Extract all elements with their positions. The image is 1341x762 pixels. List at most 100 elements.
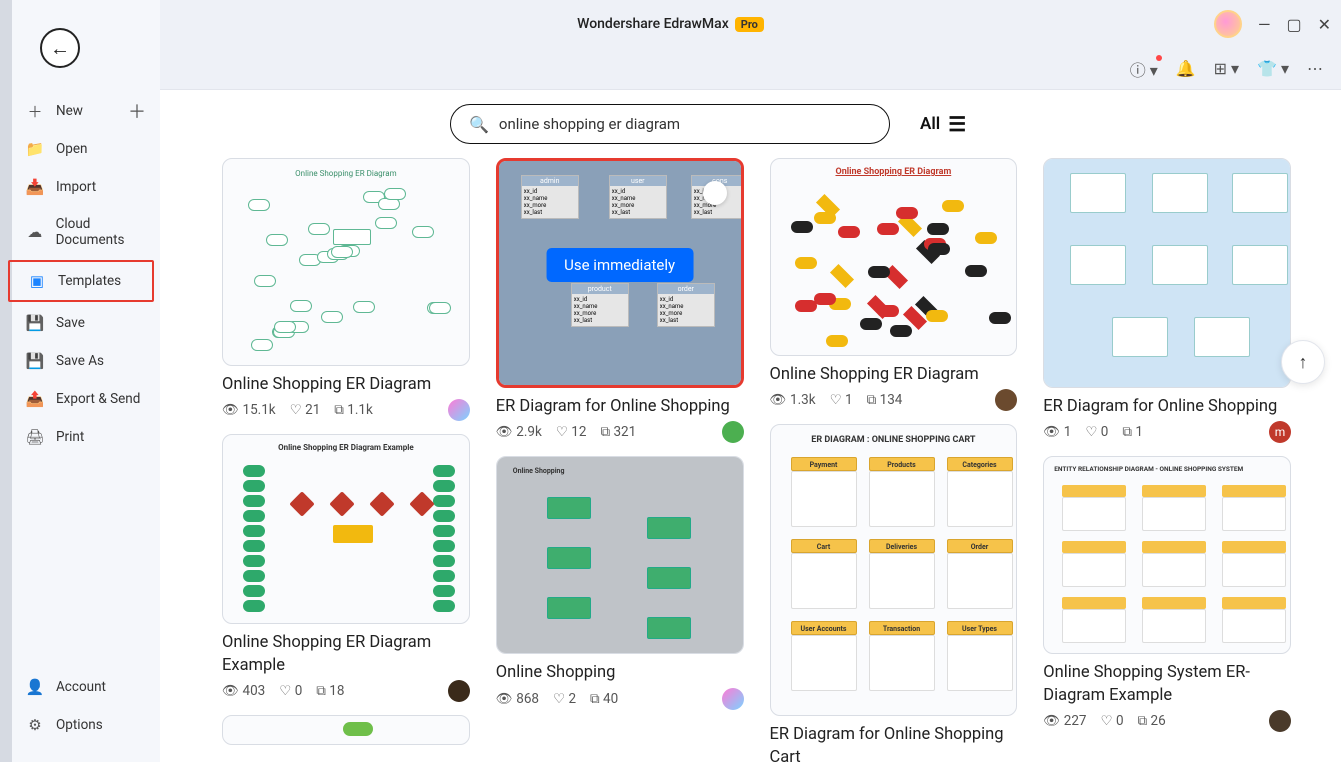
nav-label: Export & Send [56, 391, 140, 407]
views-count: 👁 403 [222, 683, 265, 699]
sidebar: ← ＋New＋ 📁 Open 📥Import☁Cloud Documents ▣ Temp… [0, 0, 160, 762]
scroll-top-button[interactable]: ↑ [1281, 340, 1325, 384]
search-icon: 🔍 [469, 115, 489, 134]
help-icon[interactable]: ⓘ ▾ [1130, 57, 1158, 81]
author-avatar-icon[interactable] [722, 421, 744, 443]
favorite-icon[interactable] [703, 181, 727, 205]
template-card[interactable]: Online ShoppingOnline Shopping👁 868♡ 2⧉ … [496, 456, 744, 706]
options-icon: ⚙ [26, 716, 44, 734]
toolbar-icons: ⓘ ▾ 🔔 ⊞ ▾ 👕 ▾ ⋯ [0, 48, 1341, 90]
template-stats: 👁 403♡ 0⧉ 18 [222, 683, 470, 699]
open-icon: 📁 [26, 140, 44, 158]
template-card[interactable]: ENTITY RELATIONSHIP DIAGRAM - ONLINE SHO… [1043, 456, 1291, 729]
content-area: 🔍 All ☰ Online Shopping ER DiagramOnline… [160, 90, 1341, 762]
views-count: 👁 2.9k [496, 424, 542, 440]
nav-templates[interactable]: ▣ Templates [8, 260, 154, 302]
copies-count: ⧉ 26 [1138, 713, 1166, 729]
likes-count: ♡ 0 [279, 683, 302, 699]
template-card[interactable]: Online Shopping ER DiagramOnline Shoppin… [770, 158, 1018, 408]
search-box[interactable]: 🔍 [450, 104, 890, 144]
template-card[interactable]: Online Shopping ER Diagram ExampleOnline… [222, 434, 470, 699]
nav-new[interactable]: ＋New＋ [0, 92, 160, 130]
template-thumbnail[interactable] [222, 715, 470, 745]
search-row: 🔍 All ☰ [160, 90, 1341, 158]
copies-count: ⧉ 1 [1122, 424, 1143, 440]
nav-save-as[interactable]: 💾Save As [0, 342, 160, 380]
views-count: 👁 1 [1043, 424, 1071, 440]
filter-all[interactable]: All ☰ [920, 112, 966, 136]
use-immediately-button[interactable]: Use immediately [546, 248, 693, 282]
template-stats: 👁 2.9k ♡ 12 ⧉ 321 [496, 424, 744, 440]
apps-icon[interactable]: ⊞ ▾ [1214, 59, 1239, 78]
pro-badge: Pro [735, 17, 764, 32]
copies-count: ⧉ 1.1k [334, 402, 373, 418]
likes-count: ♡ 12 [556, 424, 587, 440]
nav-label: Print [56, 429, 84, 445]
save-icon: 💾 [26, 314, 44, 332]
shirt-icon[interactable]: 👕 ▾ [1257, 59, 1289, 78]
menu-icon: ☰ [948, 112, 966, 136]
template-title: ER Diagram for Online Shopping Cart [770, 724, 1018, 762]
more-icon[interactable]: ⋯ [1307, 59, 1323, 78]
title-bar: Wondershare EdrawMax Pro — ▢ ✕ [0, 0, 1341, 48]
template-title: ER Diagram for Online Shopping [496, 396, 744, 418]
nav-account[interactable]: 👤Account [0, 668, 160, 706]
template-stats: 👁 1 ♡ 0 ⧉ 1 m [1043, 424, 1291, 440]
template-thumbnail[interactable]: Online Shopping [496, 456, 744, 654]
maximize-icon[interactable]: ▢ [1286, 15, 1301, 34]
views-count: 👁 868 [496, 691, 539, 707]
back-button[interactable]: ← [40, 28, 80, 68]
template-thumbnail[interactable]: ENTITY RELATIONSHIP DIAGRAM - ONLINE SHO… [1043, 456, 1291, 654]
account-icon: 👤 [26, 678, 44, 696]
template-thumbnail[interactable] [1043, 158, 1291, 388]
template-thumbnail[interactable]: ER DIAGRAM : ONLINE SHOPPING CARTPayment… [770, 424, 1018, 716]
nav-cloud-documents[interactable]: ☁Cloud Documents [0, 206, 160, 258]
nav-options[interactable]: ⚙ Options [0, 706, 160, 744]
nav-open[interactable]: 📁 Open [0, 130, 160, 168]
author-avatar-icon[interactable] [722, 688, 744, 710]
copies-count: ⧉ 134 [867, 392, 903, 408]
template-thumbnail[interactable]: Online Shopping ER Diagram Example [222, 434, 470, 624]
app-title: Wondershare EdrawMax [577, 16, 729, 32]
close-icon[interactable]: ✕ [1318, 15, 1331, 34]
save as-icon: 💾 [26, 352, 44, 370]
filter-label: All [920, 114, 940, 134]
bell-icon[interactable]: 🔔 [1176, 59, 1196, 78]
template-thumbnail[interactable]: Online Shopping ER Diagram [222, 158, 470, 366]
likes-count: ♡ 0 [1101, 713, 1124, 729]
nav-save[interactable]: 💾Save [0, 304, 160, 342]
template-card[interactable]: adminxx_idxx_namexx_morexx_lastuserxx_id… [496, 158, 744, 440]
print-icon: 🖨 [26, 428, 44, 446]
template-stats: 👁 15.1k♡ 21⧉ 1.1k [222, 402, 470, 418]
likes-count: ♡ 1 [830, 392, 853, 408]
author-avatar-icon[interactable] [1269, 710, 1291, 732]
search-input[interactable] [499, 115, 871, 133]
likes-count: ♡ 2 [553, 691, 576, 707]
nav-import[interactable]: 📥Import [0, 168, 160, 206]
nav-label: Cloud Documents [56, 216, 160, 248]
author-avatar-icon[interactable] [448, 680, 470, 702]
plus-icon[interactable]: ＋ [128, 98, 146, 124]
template-card[interactable]: ER Diagram for Online Shopping 👁 1 ♡ 0 ⧉ 1 m [1043, 158, 1291, 440]
author-avatar-icon[interactable] [448, 399, 470, 421]
nav-label: Open [56, 141, 87, 157]
likes-count: ♡ 0 [1085, 424, 1108, 440]
author-avatar-icon[interactable] [995, 389, 1017, 411]
template-thumbnail[interactable]: adminxx_idxx_namexx_morexx_lastuserxx_id… [496, 158, 744, 388]
views-count: 👁 15.1k [222, 402, 276, 418]
nav-export-send[interactable]: 📤Export & Send [0, 380, 160, 418]
author-avatar-icon[interactable]: m [1269, 421, 1291, 443]
nav-label: Templates [58, 273, 121, 289]
nav-print[interactable]: 🖨 Print [0, 418, 160, 456]
template-card[interactable]: Online Shopping ER DiagramOnline Shoppin… [222, 158, 470, 418]
copies-count: ⧉ 321 [600, 424, 636, 440]
minimize-icon[interactable]: — [1258, 15, 1271, 34]
template-card[interactable] [222, 715, 470, 745]
new-icon: ＋ [26, 102, 44, 120]
nav-label: Options [56, 717, 103, 733]
template-card[interactable]: ER DIAGRAM : ONLINE SHOPPING CARTPayment… [770, 424, 1018, 762]
template-title: ER Diagram for Online Shopping [1043, 396, 1291, 418]
templates-icon: ▣ [28, 272, 46, 290]
template-thumbnail[interactable]: Online Shopping ER Diagram [770, 158, 1018, 356]
user-avatar-icon[interactable] [1214, 10, 1242, 38]
